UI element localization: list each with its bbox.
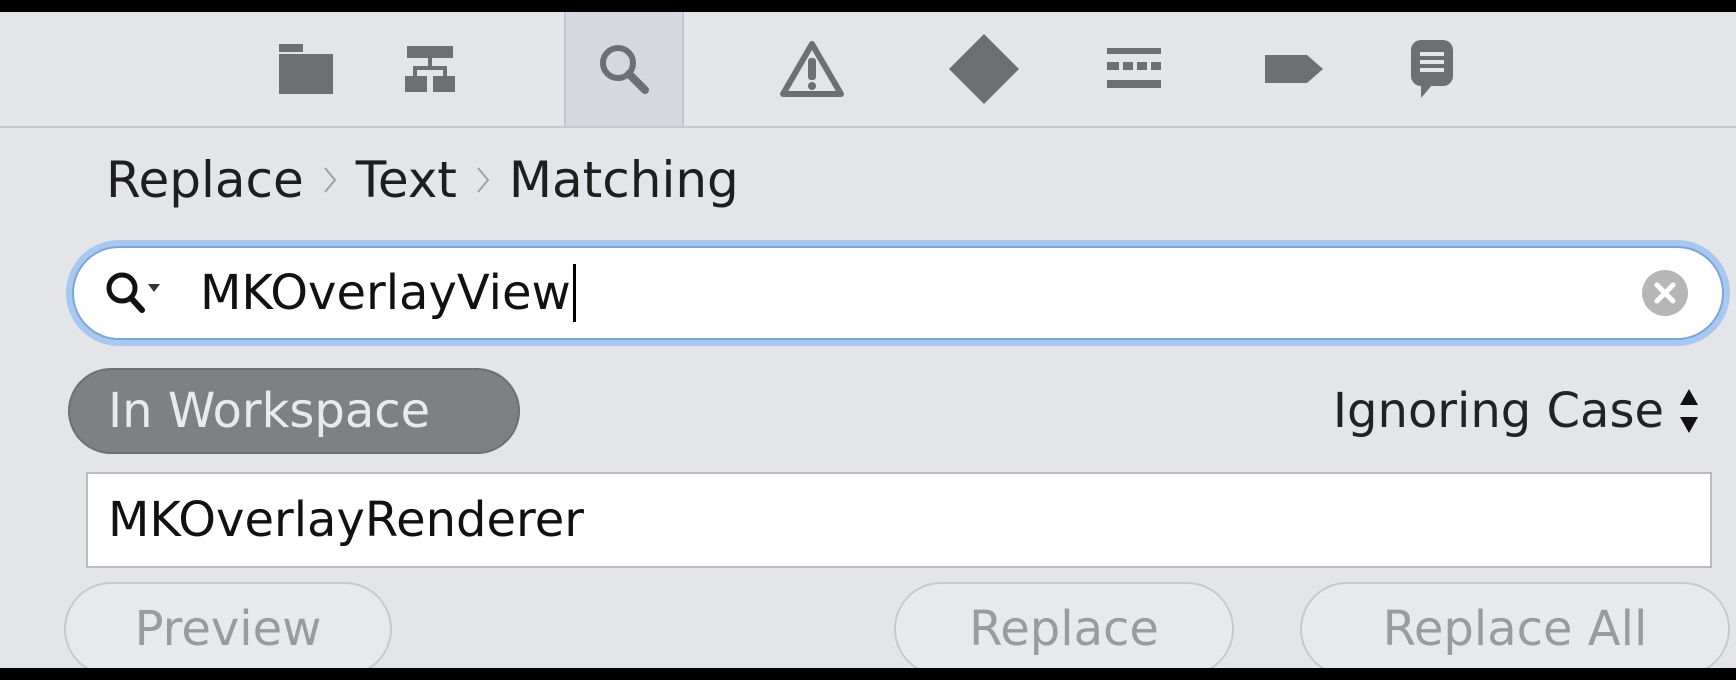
- folder-icon: [279, 44, 333, 94]
- find-navigator-panel: Replace Text Matching MKOverlayView In W…: [0, 12, 1736, 668]
- issue-navigator-button[interactable]: [752, 12, 872, 126]
- warning-icon: [780, 41, 844, 97]
- navigator-toolbar: [0, 12, 1736, 128]
- log-navigator-button[interactable]: [1372, 12, 1492, 126]
- debug-navigator-button[interactable]: [1074, 12, 1194, 126]
- text-caret: [572, 264, 576, 322]
- symbol-navigator-button[interactable]: [370, 12, 490, 126]
- find-mode-breadcrumb: Replace Text Matching: [106, 140, 739, 220]
- search-scope-button[interactable]: In Workspace: [68, 368, 520, 454]
- find-navigator-button[interactable]: [564, 12, 684, 126]
- chevron-right-icon: [322, 164, 338, 196]
- search-options-icon[interactable]: [102, 266, 168, 322]
- log-icon: [1411, 40, 1453, 98]
- search-input[interactable]: MKOverlayView: [200, 248, 576, 338]
- close-icon: [1654, 282, 1676, 304]
- breadcrumb-item-text[interactable]: Text: [356, 151, 457, 209]
- preview-button[interactable]: Preview: [64, 582, 392, 668]
- debug-icon: [1107, 48, 1161, 88]
- replace-button[interactable]: Replace: [894, 582, 1234, 668]
- case-sensitivity-popup[interactable]: Ignoring Case: [1333, 368, 1700, 454]
- chevron-right-icon: [475, 164, 491, 196]
- search-icon: [600, 45, 649, 94]
- search-input-value: MKOverlayView: [200, 265, 571, 321]
- updown-arrows-icon: [1680, 389, 1698, 433]
- find-search-field[interactable]: MKOverlayView: [72, 246, 1724, 340]
- case-sensitivity-label: Ignoring Case: [1332, 383, 1664, 439]
- breakpoint-icon: [1265, 55, 1323, 83]
- replace-all-button[interactable]: Replace All: [1300, 582, 1730, 668]
- test-navigator-button[interactable]: [924, 12, 1044, 126]
- hierarchy-icon: [405, 46, 455, 92]
- diamond-icon: [949, 34, 1019, 104]
- breadcrumb-item-replace[interactable]: Replace: [106, 151, 304, 209]
- project-navigator-button[interactable]: [246, 12, 366, 126]
- breakpoint-navigator-button[interactable]: [1234, 12, 1354, 126]
- replace-input[interactable]: MKOverlayRenderer: [86, 472, 1712, 568]
- clear-search-button[interactable]: [1642, 270, 1688, 316]
- breadcrumb-item-matching[interactable]: Matching: [509, 151, 739, 209]
